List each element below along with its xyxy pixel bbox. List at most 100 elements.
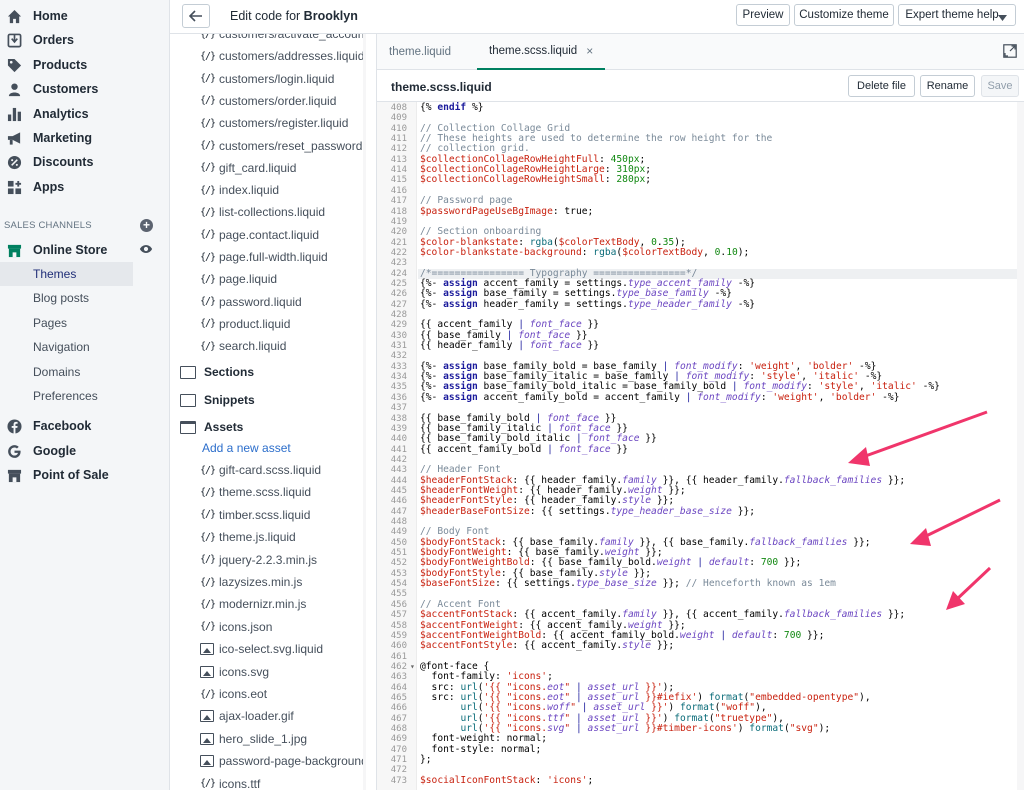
nav-products[interactable]: Products	[0, 53, 170, 77]
line-number: 453	[390, 568, 407, 579]
file-item[interactable]: ajax-loader.gif	[200, 706, 294, 726]
google-icon	[6, 443, 22, 459]
line-number: 416	[390, 185, 407, 196]
nav-analytics[interactable]: Analytics	[0, 102, 170, 126]
file-item[interactable]: {/} gift_card.liquid	[200, 158, 296, 178]
code-line: $socialIconFontStack: 'icons';	[420, 774, 594, 786]
tab-theme-scss-liquid[interactable]: theme.scss.liquid ×	[477, 34, 606, 70]
file-name: password-page-background	[219, 754, 366, 769]
nav-pages[interactable]: Pages	[0, 311, 133, 335]
editor-top-bar: Edit code for Brooklyn Preview Customize…	[170, 0, 1024, 34]
nav-google[interactable]: Google	[0, 439, 170, 463]
nav-sub-label: Domains	[33, 365, 81, 379]
folder-snippets[interactable]: Snippets	[180, 389, 255, 411]
file-item[interactable]: {/} icons.ttf	[200, 774, 260, 790]
line-number: 431	[390, 341, 407, 352]
file-item[interactable]: {/} page.full-width.liquid	[200, 247, 328, 267]
code-file-icon: {/}	[200, 140, 216, 151]
line-number: 424	[390, 268, 407, 279]
file-item[interactable]: {/} gift-card.scss.liquid	[200, 460, 321, 480]
nav-preferences[interactable]: Preferences	[0, 384, 133, 408]
delete-file-button[interactable]: Delete file	[848, 75, 915, 97]
eye-icon[interactable]	[139, 243, 153, 258]
tab-theme-liquid[interactable]: theme.liquid	[389, 34, 451, 70]
file-name: theme.scss.liquid	[219, 485, 312, 500]
nav-discounts[interactable]: Discounts	[0, 150, 170, 174]
nav-orders[interactable]: Orders	[0, 28, 170, 52]
file-item[interactable]: ico-select.svg.liquid	[200, 639, 323, 659]
code-area[interactable]: 408 409 410 411 412 413 414 415 416 417 418 419 420 4…	[377, 102, 1017, 790]
line-number: 433	[390, 361, 407, 372]
back-button[interactable]	[182, 4, 210, 28]
line-number: 422	[390, 247, 407, 258]
file-item[interactable]: icons.svg	[200, 662, 269, 682]
file-item[interactable]: {/} customers/order.liquid	[200, 91, 336, 111]
add-sales-channel-button[interactable]: +	[140, 219, 153, 232]
line-number: 452	[390, 558, 407, 569]
close-tab-icon[interactable]: ×	[586, 44, 593, 58]
file-item[interactable]: {/} product.liquid	[200, 314, 290, 334]
file-item[interactable]: {/} theme.scss.liquid	[200, 482, 311, 502]
file-item[interactable]: {/} page.liquid	[200, 269, 277, 289]
file-name: gift_card.liquid	[219, 160, 297, 175]
nav-facebook[interactable]: Facebook	[0, 414, 170, 438]
file-item[interactable]: {/} customers/login.liquid	[200, 69, 334, 89]
rename-button[interactable]: Rename	[920, 75, 975, 97]
line-number: 456	[390, 599, 407, 610]
file-item[interactable]: {/} theme.js.liquid	[200, 527, 296, 547]
file-item[interactable]: {/} timber.scss.liquid	[200, 505, 310, 525]
code-line: $accentFontStyle: {{ accent_family.style…	[420, 640, 675, 652]
nav-apps[interactable]: Apps	[0, 175, 170, 199]
file-item[interactable]: password-page-background	[200, 751, 366, 771]
file-item[interactable]: {/} list-collections.liquid	[200, 202, 325, 222]
file-item[interactable]: {/} icons.eot	[200, 684, 267, 704]
preview-button[interactable]: Preview	[736, 4, 790, 26]
code-scroll-track[interactable]	[1017, 102, 1024, 790]
folder-assets[interactable]: Assets	[180, 416, 243, 438]
line-number: 419	[390, 216, 407, 227]
file-item[interactable]: {/} icons.json	[200, 617, 272, 637]
file-item[interactable]: {/} jquery-2.2.3.min.js	[200, 550, 317, 570]
file-item[interactable]: {/}customers/activate_account.liquid	[200, 34, 366, 44]
code-file-icon: {/}	[200, 73, 216, 85]
file-item[interactable]: {/} customers/addresses.liquid	[200, 46, 364, 66]
nav-customers[interactable]: Customers	[0, 77, 170, 101]
nav-navigation[interactable]: Navigation	[0, 335, 133, 359]
file-item[interactable]: {/} page.contact.liquid	[200, 225, 319, 245]
save-button[interactable]: Save	[981, 75, 1019, 97]
file-name: customers/activate_account.liquid	[219, 34, 366, 41]
code-file-icon: {/}	[200, 251, 216, 263]
nav-online-store[interactable]: Online Store	[0, 238, 170, 262]
folder-sections[interactable]: Sections	[180, 361, 254, 383]
code-line: {{ header_family | font_face }}	[420, 340, 600, 352]
arrow-left-icon	[189, 10, 202, 22]
line-number: 445	[390, 485, 407, 496]
current-file-name: theme.scss.liquid	[391, 80, 492, 94]
nav-themes[interactable]: Themes	[0, 262, 133, 286]
file-item[interactable]: {/} index.liquid	[200, 180, 279, 200]
image-file-icon	[200, 755, 214, 768]
file-item[interactable]: {/} search.liquid	[200, 336, 286, 356]
line-number: 438	[390, 413, 407, 424]
nav-domains[interactable]: Domains	[0, 360, 133, 384]
file-name: ico-select.svg.liquid	[219, 642, 324, 657]
code-file-icon: {/}	[200, 576, 216, 588]
folder-icon	[180, 365, 196, 379]
file-item[interactable]: {/} lazysizes.min.js	[200, 572, 302, 592]
file-item[interactable]: {/} modernizr.min.js	[200, 594, 306, 614]
add-new-asset-link[interactable]: Add a new asset	[202, 441, 291, 455]
nav-point-of-sale[interactable]: Point of Sale	[0, 463, 170, 487]
file-item[interactable]: {/} customers/register.liquid	[200, 113, 348, 133]
file-item[interactable]: hero_slide_1.jpg	[200, 729, 307, 749]
customize-theme-button[interactable]: Customize theme	[794, 4, 894, 26]
file-item[interactable]: {/}customers/reset_password.liquid	[200, 136, 366, 156]
line-number: 468	[390, 724, 407, 734]
expand-icon[interactable]	[1003, 44, 1017, 58]
nav-home[interactable]: Home	[0, 4, 170, 28]
nav-marketing[interactable]: Marketing	[0, 126, 170, 150]
expert-theme-help-button[interactable]: Expert theme help	[898, 4, 1016, 26]
nav-blog-posts[interactable]: Blog posts	[0, 286, 133, 310]
file-item[interactable]: {/} password.liquid	[200, 292, 302, 312]
image-file-icon	[200, 665, 214, 678]
fold-toggle-icon[interactable]: ▾	[410, 662, 415, 672]
